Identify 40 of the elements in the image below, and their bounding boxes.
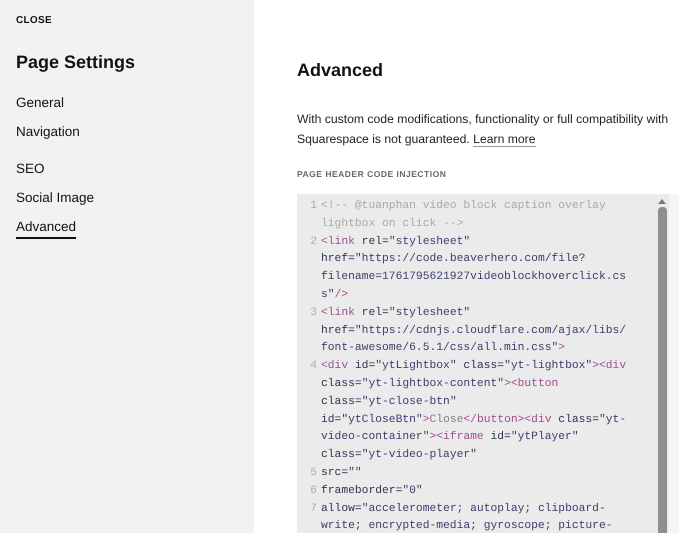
- code-line: allow="accelerometer; autoplay; clipboard-: [321, 502, 606, 515]
- line-number: 1: [309, 199, 318, 214]
- line-number: 7: [309, 502, 318, 517]
- code-line: <!-- @tuanphan video block caption overlay: [321, 200, 606, 212]
- code-line: video-container"><iframe id="ytPlayer": [321, 431, 579, 444]
- code-line: href="https://code.beaverhero.com/file?: [321, 253, 586, 266]
- line-number: 4: [309, 359, 318, 374]
- code-line: class="yt-video-player": [321, 449, 477, 462]
- nav-item[interactable]: General: [16, 95, 64, 115]
- code-line: lightbox on click -->: [321, 218, 464, 230]
- code-line: <link rel="stylesheet": [321, 236, 470, 248]
- description-text: With custom code modifications, functionality or full compatibility with Squarespace is not guaranteed. Learn more: [297, 111, 670, 149]
- code-line: <link rel="stylesheet": [321, 306, 470, 319]
- code-line: id="ytCloseBtn">Close</button><div class="yt-: [321, 414, 626, 426]
- code-line: src="": [321, 466, 362, 479]
- line-number: 3: [309, 306, 318, 321]
- code-line: write; encrypted-media; gyroscope; picture-: [321, 520, 613, 532]
- learn-more-link[interactable]: Learn more: [473, 132, 536, 147]
- line-number: 5: [309, 466, 318, 481]
- section-title: Advanced: [297, 60, 384, 81]
- code-line: filename=1761795621927videoblockhoverclick.cs: [321, 271, 626, 284]
- code-line: font-awesome/6.5.1/css/all.min.css">: [321, 342, 566, 354]
- scrollbar-thumb[interactable]: [658, 207, 666, 533]
- nav-item[interactable]: Social Image: [16, 190, 94, 210]
- panel-title: Page Settings: [16, 52, 136, 73]
- line-number: 2: [309, 234, 318, 250]
- close-link[interactable]: CLOSE: [16, 15, 52, 26]
- code-line: class="yt-lightbox-content"><button: [321, 378, 558, 390]
- code-editor[interactable]: [297, 194, 679, 533]
- field-label: PAGE HEADER CODE INJECTION: [297, 169, 446, 179]
- nav-item[interactable]: Navigation: [16, 124, 80, 144]
- code-line: class="yt-close-btn": [321, 396, 457, 408]
- scroll-up-icon[interactable]: [658, 199, 666, 204]
- code-line: frameborder="0": [321, 484, 423, 497]
- code-line: s"/>: [321, 288, 348, 301]
- nav-item[interactable]: Advanced: [16, 219, 76, 239]
- nav-item[interactable]: SEO: [16, 161, 45, 181]
- line-number: 6: [309, 484, 318, 499]
- code-line: <div id="ytLightbox" class="yt-lightbox"><div: [321, 360, 626, 372]
- code-line: href="https://cdnjs.cloudflare.com/ajax/libs/: [321, 324, 626, 337]
